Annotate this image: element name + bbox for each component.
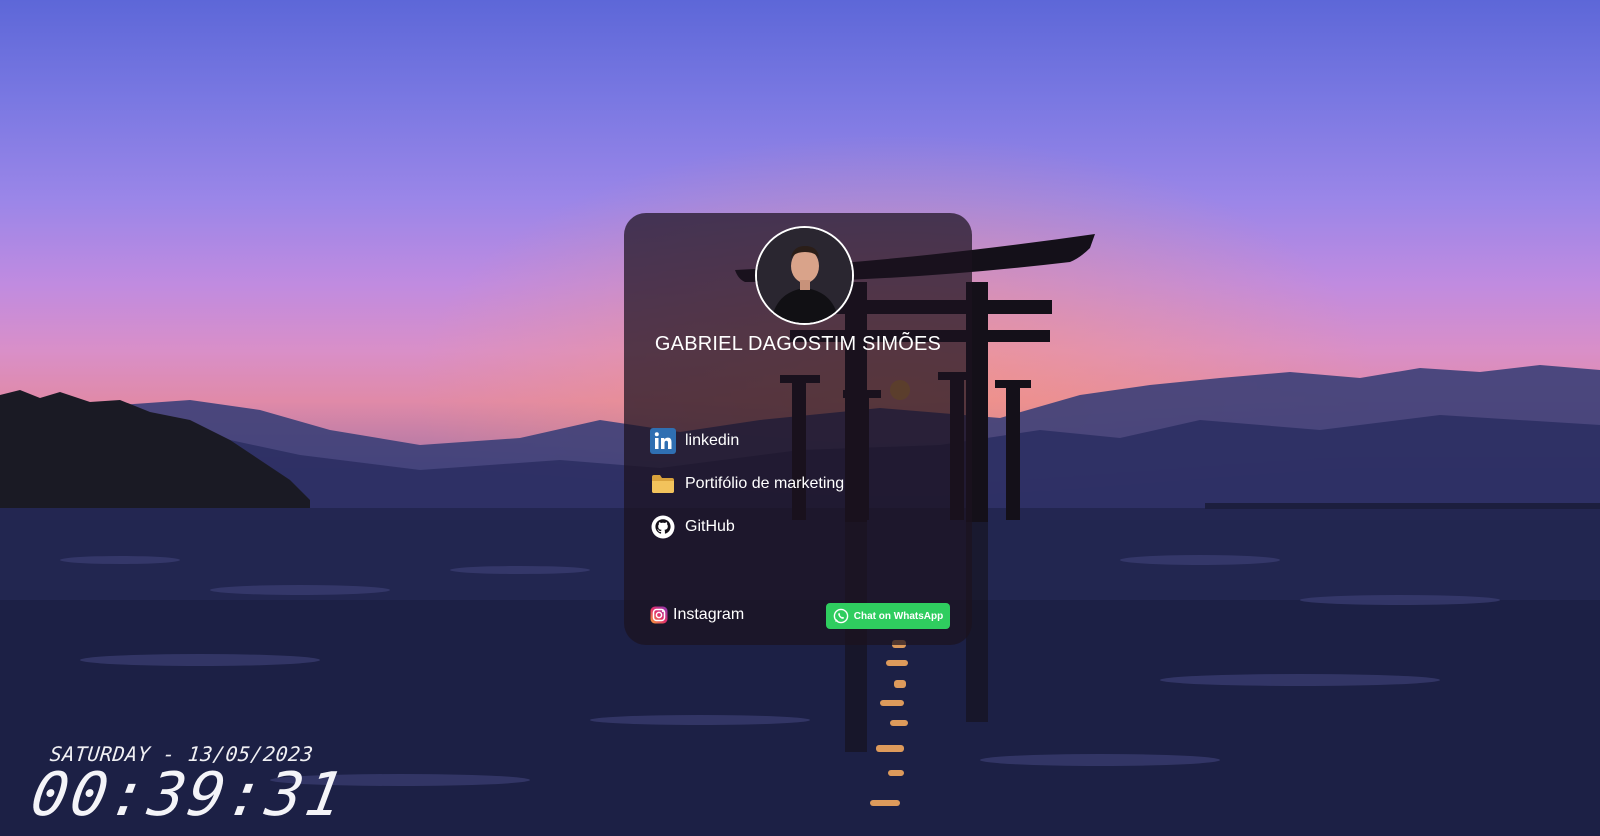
instagram-link[interactable]: Instagram: [650, 600, 744, 630]
instagram-label: Instagram: [673, 606, 745, 623]
folder-icon: [650, 471, 676, 497]
github-label: GitHub: [685, 518, 735, 535]
whatsapp-icon: [833, 608, 849, 624]
person-icon: [757, 228, 852, 323]
profile-avatar: [755, 226, 854, 325]
github-icon: [650, 514, 676, 540]
portfolio-link[interactable]: Portifólio de marketing: [650, 469, 844, 499]
profile-card: GABRIEL DAGOSTIM SIMÕES linkedin Portifó…: [624, 213, 972, 645]
github-link[interactable]: GitHub: [650, 512, 735, 542]
whatsapp-label: Chat on WhatsApp: [853, 610, 944, 622]
whatsapp-chat-button[interactable]: Chat on WhatsApp: [826, 603, 950, 629]
instagram-icon: [650, 606, 668, 624]
profile-name: GABRIEL DAGOSTIM SIMÕES: [654, 333, 942, 355]
portfolio-label: Portifólio de marketing: [685, 475, 845, 492]
linkedin-icon: [650, 428, 676, 454]
clock-time: 00:39:31: [25, 760, 352, 830]
linkedin-label: linkedin: [685, 432, 740, 449]
linkedin-link[interactable]: linkedin: [650, 426, 739, 456]
